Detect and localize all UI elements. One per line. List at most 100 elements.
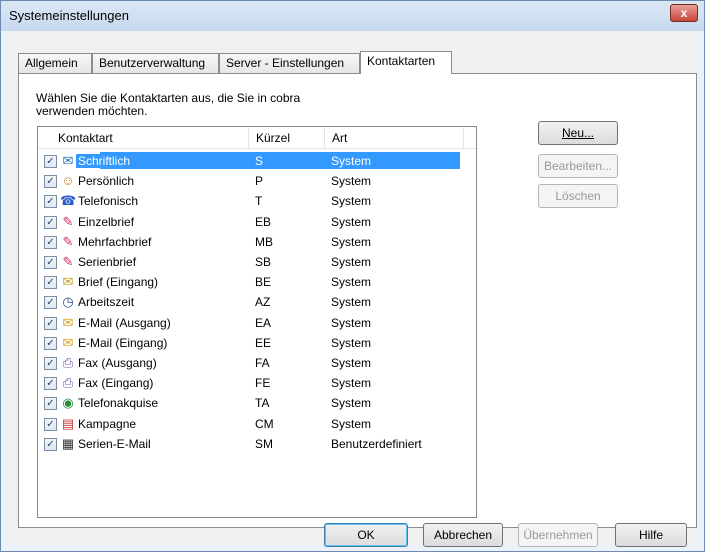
cancel-button[interactable]: Abbrechen xyxy=(423,523,503,547)
delete-button[interactable]: Löschen xyxy=(538,184,618,208)
item-short: S xyxy=(255,154,264,168)
list-item[interactable]: ✓ ✉ E-Mail (Ausgang) EA System xyxy=(41,313,473,333)
ok-button[interactable]: OK xyxy=(324,523,408,547)
letter-icon: ✉ xyxy=(62,153,74,168)
item-type: System xyxy=(331,234,372,249)
item-checkbox[interactable]: ✓ xyxy=(44,155,57,168)
column-header-art[interactable]: Art xyxy=(332,131,347,145)
outgoing-fax-icon: ⎙ xyxy=(62,355,74,370)
item-short: TA xyxy=(255,396,270,411)
item-type: System xyxy=(331,214,372,229)
item-name: Fax (Ausgang) xyxy=(78,356,157,370)
item-checkbox[interactable]: ✓ xyxy=(44,215,57,229)
item-checkbox[interactable]: ✓ xyxy=(44,296,57,310)
item-name: Fax (Eingang) xyxy=(78,376,154,391)
item-name: Telefonakquise xyxy=(78,396,159,411)
list-item[interactable]: ✓ ✉ E-Mail (Eingang) EE System xyxy=(41,333,473,353)
item-name: Schriftlich xyxy=(76,154,133,168)
outgoing-mail-icon: ✉ xyxy=(62,314,74,330)
item-checkbox[interactable]: ✓ xyxy=(44,276,57,290)
item-checkbox[interactable]: ✓ xyxy=(44,417,57,431)
item-name: Telefonisch xyxy=(78,194,139,209)
item-checkbox[interactable]: ✓ xyxy=(44,316,57,330)
tab-kontaktarten[interactable]: Kontaktarten xyxy=(360,51,452,74)
globe-phone-icon: ◉ xyxy=(62,395,74,411)
item-type: Benutzerdefiniert xyxy=(331,436,422,451)
incoming-fax-icon: ⎙ xyxy=(62,375,74,391)
new-button[interactable]: Neu... xyxy=(538,121,618,145)
list-item[interactable]: ✓ ✎ Serienbrief SB System xyxy=(41,252,473,272)
column-header-kontaktart[interactable]: Kontaktart xyxy=(58,131,113,145)
list-item[interactable]: ✓ ✎ Mehrfachbrief MB System xyxy=(41,232,473,252)
item-checkbox[interactable]: ✓ xyxy=(44,357,57,370)
list-item[interactable]: ✓ ✎ Einzelbrief EB System xyxy=(41,212,473,232)
list-item[interactable]: ✓ ☎ Telefonisch T System xyxy=(41,191,473,211)
item-name: Brief (Eingang) xyxy=(78,275,159,290)
new-button-label: Neu... xyxy=(561,126,594,140)
item-name: Serien-E-Mail xyxy=(78,436,151,451)
item-short: AZ xyxy=(255,295,271,310)
item-name: Kampagne xyxy=(78,416,137,431)
item-checkbox[interactable]: ✓ xyxy=(44,195,57,209)
delete-button-label: Löschen xyxy=(555,189,601,203)
column-separator xyxy=(248,127,249,149)
item-short: CM xyxy=(255,416,274,431)
item-short: EE xyxy=(255,335,272,350)
item-checkbox[interactable]: ✓ xyxy=(44,377,57,391)
list-item[interactable]: ✓ ☺ Persönlich P System xyxy=(41,171,473,191)
list-item[interactable]: ✓ ▤ Kampagne CM System xyxy=(41,414,473,434)
item-type: System xyxy=(331,396,372,411)
list-item[interactable]: ✓ ◉ Telefonakquise TA System xyxy=(41,393,473,413)
item-checkbox[interactable]: ✓ xyxy=(44,437,57,451)
list-item[interactable]: ✓ ▦ Serien-E-Mail SM Benutzerdefiniert xyxy=(41,434,473,454)
item-name: Arbeitszeit xyxy=(78,295,135,310)
title-bar: Systemeinstellungen x xyxy=(1,1,704,31)
column-header-kuerzel[interactable]: Kürzel xyxy=(256,131,290,145)
item-type: System xyxy=(331,174,372,189)
tab-panel: Wählen Sie die Kontaktarten aus, die Sie… xyxy=(18,73,697,528)
campaign-icon: ▤ xyxy=(61,415,75,431)
item-type: System xyxy=(331,295,372,310)
item-type: System xyxy=(331,376,372,391)
contact-type-list[interactable]: Kontaktart Kürzel Art ✓ ✉ Schriftlich S Syst… xyxy=(37,126,477,518)
intro-text: Wählen Sie die Kontaktarten aus, die Sie… xyxy=(36,91,301,118)
item-checkbox[interactable]: ✓ xyxy=(44,175,57,189)
item-name: Mehrfachbrief xyxy=(78,234,152,249)
item-type: System xyxy=(331,255,372,269)
tab-benutzerverwaltung[interactable]: Benutzerverwaltung xyxy=(92,53,219,73)
single-letter-icon: ✎ xyxy=(62,213,74,229)
phone-icon: ☎ xyxy=(60,193,77,209)
item-short: BE xyxy=(255,275,272,290)
item-short: FE xyxy=(255,376,271,391)
item-type: System xyxy=(331,154,372,168)
list-item[interactable]: ✓ ✉ Brief (Eingang) BE System xyxy=(41,272,473,292)
apply-button[interactable]: Übernehmen xyxy=(518,523,598,547)
list-item[interactable]: ✓ ⎙ Fax (Eingang) FE System xyxy=(41,373,473,393)
tab-allgemein[interactable]: Allgemein xyxy=(18,53,92,73)
item-checkbox[interactable]: ✓ xyxy=(44,397,57,411)
list-item[interactable]: ✓ ◷ Arbeitszeit AZ System xyxy=(41,292,473,312)
tab-server-einstellungen[interactable]: Server - Einstellungen xyxy=(219,53,360,73)
close-button[interactable]: x xyxy=(670,4,698,22)
incoming-mail-icon: ✉ xyxy=(62,334,74,350)
list-item[interactable]: ✓ ⎙ Fax (Ausgang) FA System xyxy=(41,353,473,373)
multi-letter-icon: ✎ xyxy=(62,233,74,249)
list-item[interactable]: ✓ ✉ Schriftlich S System xyxy=(41,151,473,171)
incoming-letter-icon: ✉ xyxy=(62,274,74,290)
item-short: SM xyxy=(255,436,273,451)
edit-button[interactable]: Bearbeiten... xyxy=(538,154,618,178)
item-checkbox[interactable]: ✓ xyxy=(44,336,57,350)
list-header: Kontaktart Kürzel Art xyxy=(38,127,476,149)
help-button[interactable]: Hilfe xyxy=(615,523,687,547)
item-name: Einzelbrief xyxy=(78,214,135,229)
column-separator xyxy=(324,127,325,149)
window-title: Systemeinstellungen xyxy=(9,8,129,23)
item-short: T xyxy=(255,194,263,209)
item-checkbox[interactable]: ✓ xyxy=(44,235,57,249)
item-type: System xyxy=(331,335,372,350)
item-type: System xyxy=(331,194,372,209)
dialog-body: Allgemein Benutzerverwaltung Server - Ei… xyxy=(8,31,697,547)
item-name: E-Mail (Ausgang) xyxy=(78,315,171,330)
item-checkbox[interactable]: ✓ xyxy=(44,256,57,269)
item-short: P xyxy=(255,174,264,189)
